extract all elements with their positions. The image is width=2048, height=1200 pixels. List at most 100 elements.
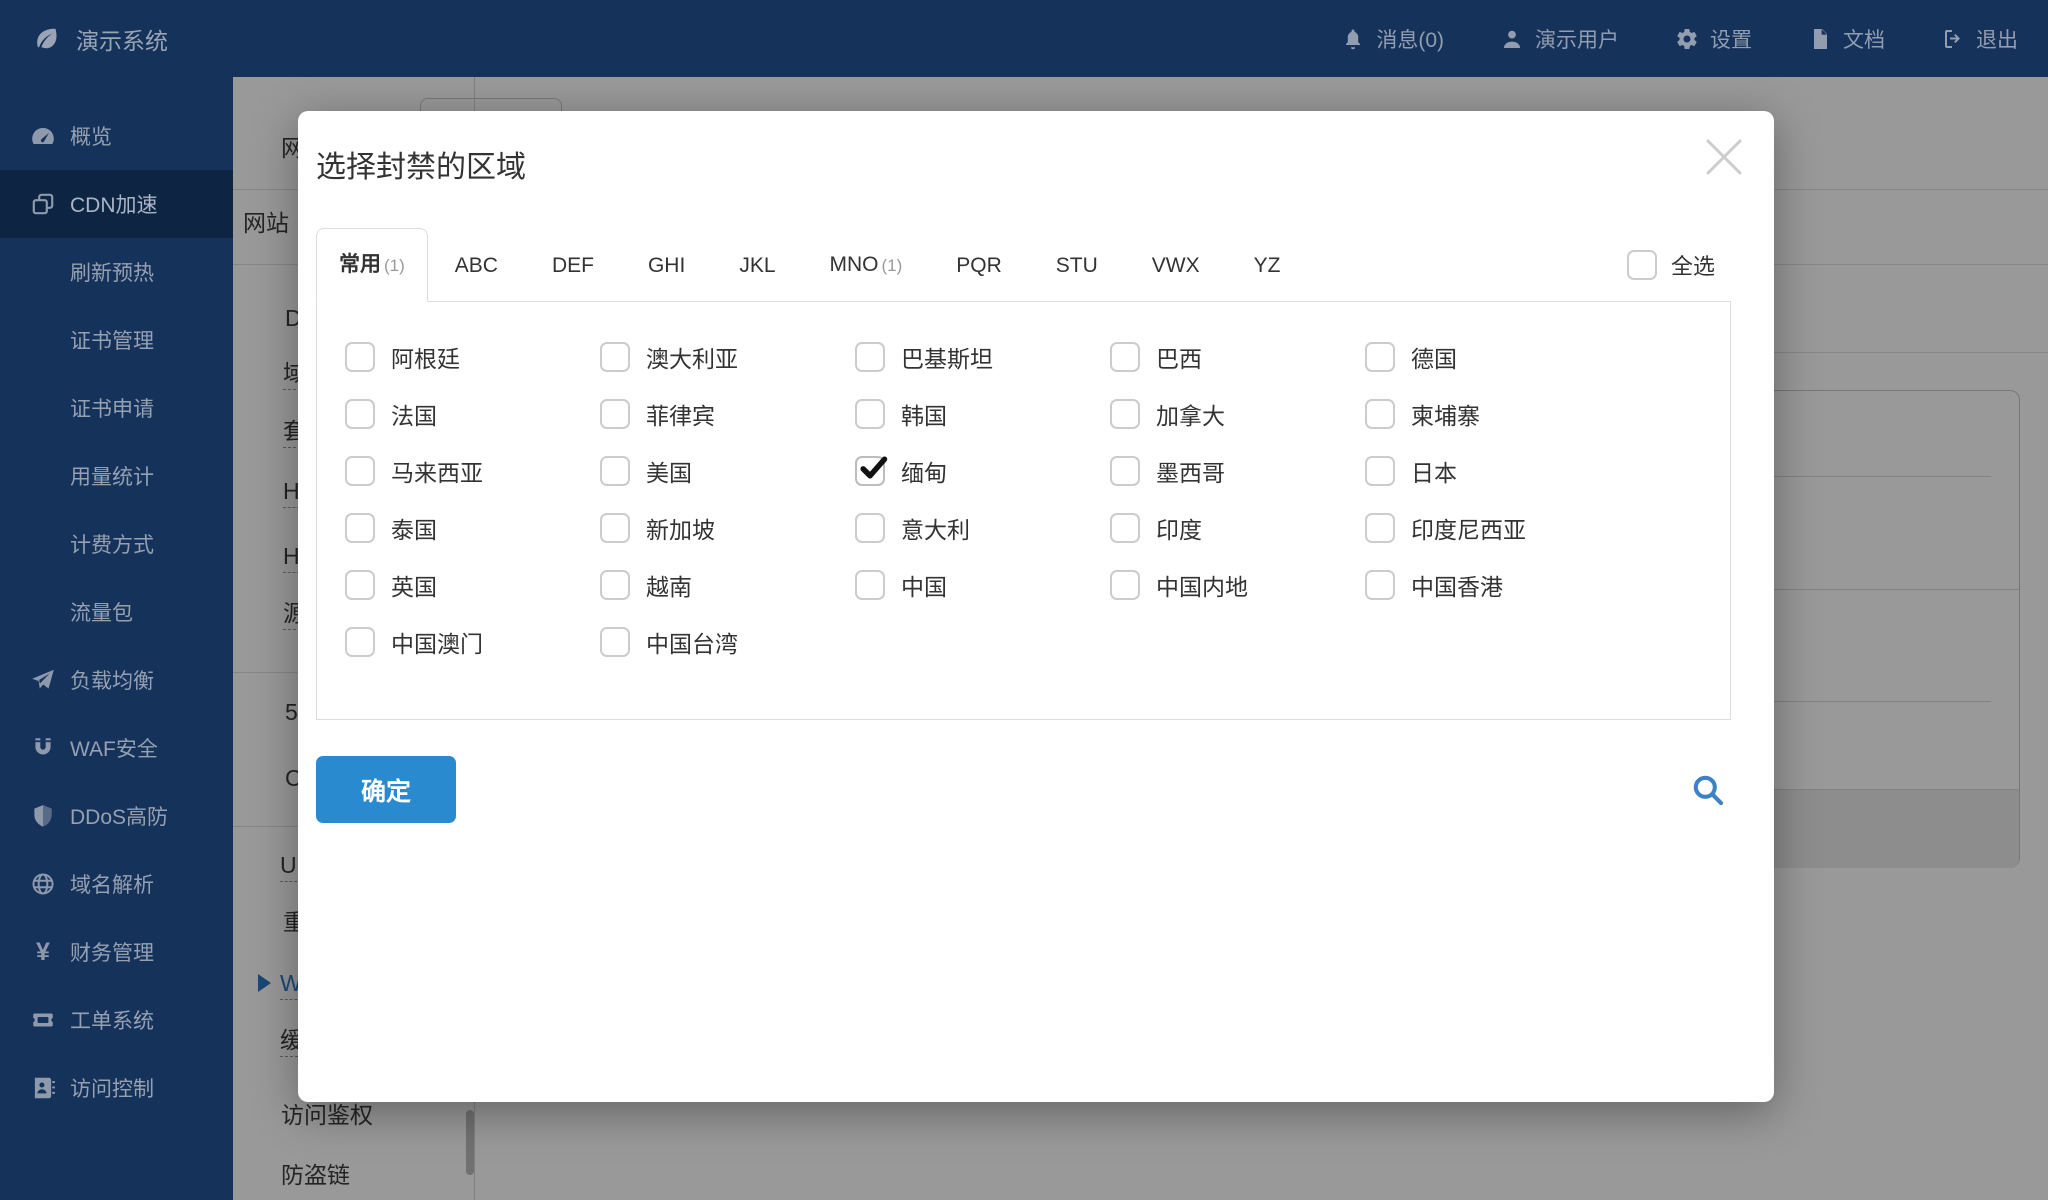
checkbox[interactable]: [1365, 570, 1395, 600]
region-checkbox-item[interactable]: 菲律宾: [600, 399, 855, 429]
globe-icon: [30, 871, 56, 897]
checkbox[interactable]: [1110, 456, 1140, 486]
checkbox[interactable]: [600, 627, 630, 657]
region-checkbox-item[interactable]: 中国: [855, 570, 1110, 600]
doc-icon: [1808, 27, 1832, 51]
checkbox[interactable]: [1627, 250, 1657, 280]
checkbox[interactable]: [855, 342, 885, 372]
checkbox[interactable]: [345, 513, 375, 543]
nav-item-user[interactable]: 演示用户: [1500, 24, 1619, 54]
region-checkbox-item[interactable]: 美国: [600, 456, 855, 486]
sidebar-item-tickets[interactable]: 工单系统: [0, 986, 233, 1054]
tab-pqr[interactable]: PQR: [929, 230, 1029, 301]
region-label: 中国香港: [1411, 568, 1503, 602]
sidebar-item-finance[interactable]: ¥ 财务管理: [0, 918, 233, 986]
region-checkbox-item[interactable]: 中国澳门: [345, 627, 600, 657]
region-checkbox-item[interactable]: 英国: [345, 570, 600, 600]
search-icon[interactable]: [1689, 771, 1727, 809]
checkbox[interactable]: [1110, 513, 1140, 543]
region-checkbox-item[interactable]: 法国: [345, 399, 600, 429]
region-checkbox-item[interactable]: 加拿大: [1110, 399, 1365, 429]
sidebar-item-refresh-preheat[interactable]: 刷新预热: [0, 238, 233, 306]
nav-item-settings[interactable]: 设置: [1675, 24, 1752, 54]
sidebar-item-cert-manage[interactable]: 证书管理: [0, 306, 233, 374]
region-checkbox-item[interactable]: 澳大利亚: [600, 342, 855, 372]
tab-jkl[interactable]: JKL: [712, 230, 802, 301]
sidebar-item-waf[interactable]: WAF安全: [0, 714, 233, 782]
checkbox[interactable]: [600, 570, 630, 600]
gear-icon: [1675, 27, 1699, 51]
checkbox[interactable]: [345, 627, 375, 657]
region-checkbox-item[interactable]: 中国台湾: [600, 627, 855, 657]
checkbox[interactable]: [600, 513, 630, 543]
region-checkbox-item[interactable]: 马来西亚: [345, 456, 600, 486]
region-checkbox-item[interactable]: 缅甸: [855, 456, 1110, 486]
tab-vwx[interactable]: VWX: [1125, 230, 1227, 301]
checkbox[interactable]: [855, 399, 885, 429]
tab-ghi[interactable]: GHI: [621, 230, 712, 301]
checkbox[interactable]: [345, 342, 375, 372]
checkbox[interactable]: [345, 456, 375, 486]
tab-common[interactable]: 常用(1): [316, 228, 428, 302]
checkbox[interactable]: [345, 399, 375, 429]
nav-item-label: 退出: [1976, 24, 2018, 54]
tab-abc[interactable]: ABC: [428, 230, 525, 301]
brand[interactable]: 演示系统: [0, 22, 168, 56]
plane-icon: [30, 667, 56, 693]
region-checkbox-item[interactable]: 德国: [1365, 342, 1620, 372]
checkbox[interactable]: [1110, 570, 1140, 600]
region-checkbox-item[interactable]: 越南: [600, 570, 855, 600]
checkbox[interactable]: [345, 570, 375, 600]
region-checkbox-item[interactable]: 中国香港: [1365, 570, 1620, 600]
nav-item-logout[interactable]: 退出: [1941, 24, 2018, 54]
sidebar-item-usage-stats[interactable]: 用量统计: [0, 442, 233, 510]
region-checkbox-item[interactable]: 日本: [1365, 456, 1620, 486]
region-label: 柬埔寨: [1411, 397, 1480, 431]
close-icon[interactable]: [1700, 133, 1748, 181]
region-checkbox-item[interactable]: 柬埔寨: [1365, 399, 1620, 429]
sidebar-item-access-control[interactable]: 访问控制: [0, 1054, 233, 1122]
checkbox[interactable]: [600, 399, 630, 429]
region-checkbox-item[interactable]: 意大利: [855, 513, 1110, 543]
checkbox[interactable]: [1365, 342, 1395, 372]
region-checkbox-item[interactable]: 巴基斯坦: [855, 342, 1110, 372]
region-checkbox-item[interactable]: 泰国: [345, 513, 600, 543]
checkbox[interactable]: [600, 342, 630, 372]
sidebar-item-dns[interactable]: 域名解析: [0, 850, 233, 918]
checkbox[interactable]: [1365, 513, 1395, 543]
checkbox[interactable]: [1365, 399, 1395, 429]
tab-stu[interactable]: STU: [1029, 230, 1125, 301]
tab-mno[interactable]: MNO(1): [803, 229, 930, 301]
tab-yz[interactable]: YZ: [1227, 230, 1308, 301]
checkbox[interactable]: [855, 513, 885, 543]
sidebar-item-load-balance[interactable]: 负载均衡: [0, 646, 233, 714]
region-checkbox-item[interactable]: 印度: [1110, 513, 1365, 543]
checkbox[interactable]: [855, 570, 885, 600]
region-checkbox-item[interactable]: 巴西: [1110, 342, 1365, 372]
region-checkbox-item[interactable]: 墨西哥: [1110, 456, 1365, 486]
tab-label: DEF: [552, 254, 594, 277]
checkbox[interactable]: [1110, 399, 1140, 429]
sidebar-item-label: 负载均衡: [70, 665, 154, 695]
checkbox[interactable]: [1110, 342, 1140, 372]
region-checkbox-item[interactable]: 韩国: [855, 399, 1110, 429]
sidebar-item-cert-apply[interactable]: 证书申请: [0, 374, 233, 442]
region-checkbox-item[interactable]: 新加坡: [600, 513, 855, 543]
nav-item-messages[interactable]: 消息(0): [1341, 24, 1444, 54]
sidebar-item-billing[interactable]: 计费方式: [0, 510, 233, 578]
checkbox[interactable]: [600, 456, 630, 486]
region-checkbox-item[interactable]: 中国内地: [1110, 570, 1365, 600]
sidebar-item-cdn[interactable]: CDN加速: [0, 170, 233, 238]
checkbox-checked[interactable]: [855, 456, 885, 486]
region-checkbox-item[interactable]: 印度尼西亚: [1365, 513, 1620, 543]
select-all-checkbox[interactable]: 全选: [1627, 249, 1715, 281]
magnet-icon: [30, 735, 56, 761]
sidebar-item-traffic-package[interactable]: 流量包: [0, 578, 233, 646]
confirm-button[interactable]: 确定: [316, 756, 456, 823]
nav-item-docs[interactable]: 文档: [1808, 24, 1885, 54]
sidebar-item-ddos[interactable]: DDoS高防: [0, 782, 233, 850]
checkbox[interactable]: [1365, 456, 1395, 486]
region-checkbox-item[interactable]: 阿根廷: [345, 342, 600, 372]
sidebar-item-overview[interactable]: 概览: [0, 102, 233, 170]
tab-def[interactable]: DEF: [525, 230, 621, 301]
